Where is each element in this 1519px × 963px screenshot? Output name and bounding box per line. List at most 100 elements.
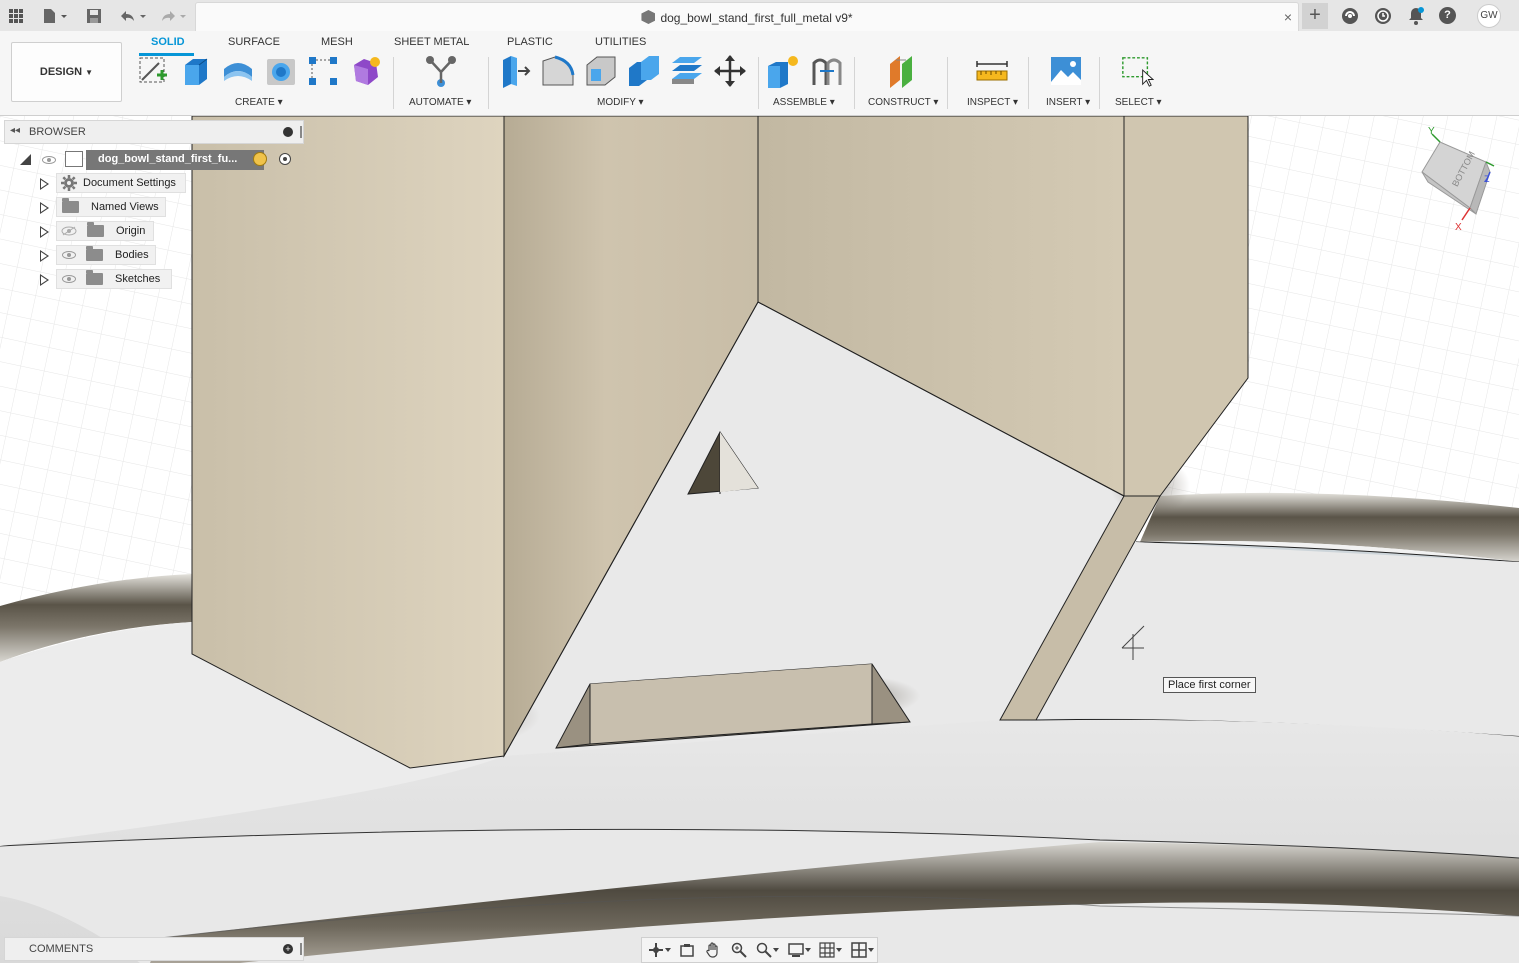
shell-icon[interactable] [584,54,618,88]
group-divider [488,57,489,109]
notifications-icon[interactable] [1406,6,1426,26]
expand-triangle-icon[interactable] [40,226,49,238]
combine-icon[interactable] [627,54,661,88]
workspace-switcher[interactable]: DESIGN ▼ [11,42,122,102]
zoom-icon[interactable] [727,940,751,960]
expand-triangle-icon[interactable] [40,202,49,214]
window-select-icon[interactable] [1120,54,1154,88]
grid-settings-icon[interactable] [816,940,846,960]
folder-icon [62,198,79,213]
component-icon [641,10,656,24]
inspect-menu[interactable]: INSPECT ▾ [967,97,1018,108]
automate-icon[interactable] [424,54,458,88]
user-avatar[interactable]: GW [1477,4,1501,28]
extrude-icon[interactable] [178,54,212,88]
save-icon[interactable] [84,6,104,26]
group-divider [758,57,759,109]
new-component-icon[interactable] [766,54,800,88]
new-tab-button[interactable]: + [1302,3,1328,29]
fit-icon[interactable] [753,940,783,960]
document-icon [65,151,83,167]
eye-icon[interactable] [62,251,76,259]
tab-mesh[interactable]: MESH [321,36,353,48]
minimize-icon[interactable] [283,127,293,137]
tab-sheet-metal[interactable]: SHEET METAL [394,36,469,48]
expand-triangle-icon[interactable] [40,274,49,286]
tab-solid[interactable]: SOLID [151,36,185,48]
help-icon[interactable]: ? [1439,7,1456,24]
eye-hidden-icon[interactable] [61,226,77,236]
radio-target-icon[interactable] [279,153,291,165]
document-tab[interactable]: dog_bowl_stand_first_full_metal v9* × [195,2,1299,31]
create-menu[interactable]: CREATE ▾ [235,97,283,108]
pin-icon[interactable] [300,943,302,955]
viewports-icon[interactable] [847,940,877,960]
automate-menu[interactable]: AUTOMATE ▾ [409,97,471,108]
collapse-panel-icon[interactable]: ◂◂ [10,125,20,136]
gear-icon [61,175,77,191]
group-divider [393,57,394,109]
workspace-label: DESIGN [39,66,83,78]
browser-item-label: Bodies [115,249,149,261]
assemble-menu[interactable]: ASSEMBLE ▾ [773,97,835,108]
tab-plastic[interactable]: PLASTIC [507,36,553,48]
offset-plane-icon[interactable] [886,54,920,88]
group-divider [1028,57,1029,109]
model-canvas[interactable]: BOTTOM Y X Z [0,116,1519,963]
collapse-triangle-icon[interactable] [20,154,31,165]
group-divider [1099,57,1100,109]
browser-root-row[interactable]: dog_bowl_stand_first_fu... [16,149,301,171]
modify-menu[interactable]: MODIFY ▾ [597,97,644,108]
active-component-icon[interactable] [253,152,267,166]
close-tab-button[interactable]: × [1284,9,1292,25]
3d-viewport[interactable]: BOTTOM Y X Z Place first corner [0,116,1519,963]
move-icon[interactable] [713,54,747,88]
redo-icon[interactable] [156,6,190,26]
folder-icon [87,222,104,237]
pattern-icon[interactable] [306,54,340,88]
tab-utilities[interactable]: UTILITIES [595,36,646,48]
browser-title: BROWSER [29,126,86,138]
select-menu[interactable]: SELECT ▾ [1115,97,1162,108]
folder-icon [86,246,103,261]
title-bar: dog_bowl_stand_first_full_metal v9* × + … [0,0,1519,31]
hole-icon[interactable] [264,54,298,88]
display-settings-icon[interactable] [784,940,814,960]
pan-icon[interactable] [701,940,725,960]
joint-icon[interactable] [810,54,844,88]
eye-icon[interactable] [42,156,56,164]
measure-icon[interactable] [975,54,1009,88]
offset-face-icon[interactable] [670,54,704,88]
undo-icon[interactable] [116,6,150,26]
browser-root-label: dog_bowl_stand_first_fu... [98,153,238,165]
job-status-icon[interactable] [1373,6,1393,26]
look-at-icon[interactable] [676,940,700,960]
group-divider [854,57,855,109]
extensions-icon[interactable] [1340,6,1360,26]
chevron-down-icon: ▼ [85,68,94,77]
axis-x-label: X [1455,222,1462,233]
browser-item-label: Sketches [115,273,161,285]
browser-item-label: Named Views [91,201,159,213]
browser-item-label: Origin [116,225,146,237]
command-tooltip: Place first corner [1163,677,1256,693]
tab-surface[interactable]: SURFACE [228,36,280,48]
press-pull-icon[interactable] [498,54,532,88]
fillet-icon[interactable] [541,54,575,88]
expand-triangle-icon[interactable] [40,250,49,262]
orbit-icon[interactable] [646,940,674,960]
revolve-icon[interactable] [221,54,255,88]
pin-icon[interactable] [300,126,302,138]
file-menu-icon[interactable] [40,6,70,26]
eye-icon[interactable] [62,275,76,283]
apps-grid-icon[interactable] [6,6,26,26]
create-sketch-icon[interactable] [136,54,170,88]
expand-triangle-icon[interactable] [40,178,49,190]
axis-z-label: Z [1484,174,1490,184]
add-comment-icon[interactable]: + [283,944,293,954]
create-form-icon[interactable] [349,54,383,88]
insert-menu[interactable]: INSERT ▾ [1046,97,1090,108]
construct-menu[interactable]: CONSTRUCT ▾ [868,97,938,108]
document-title: dog_bowl_stand_first_full_metal v9* [660,11,853,25]
insert-image-icon[interactable] [1049,54,1083,88]
